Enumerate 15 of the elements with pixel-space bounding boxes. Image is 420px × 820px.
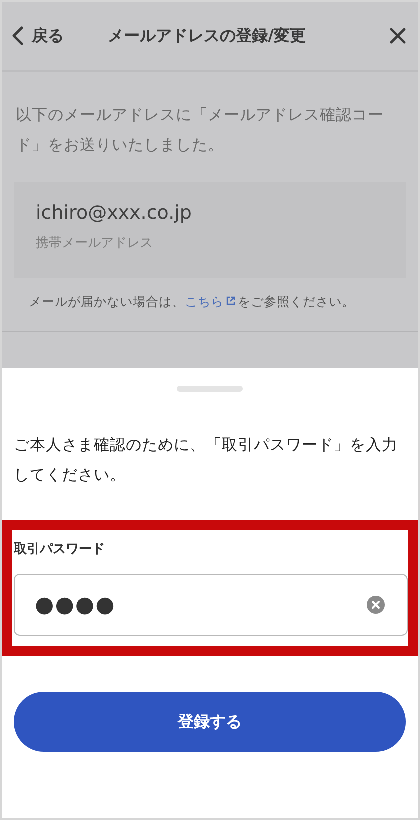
back-button[interactable]: 戻る [12,26,64,46]
field-label: 取引パスワード [14,541,106,558]
message-text: 以下のメールアドレスに「メールアドレス確認コード」をお送りいたしました。 [16,105,385,156]
register-button[interactable]: 登録する [14,692,406,752]
password-field[interactable]: ●●●● [14,574,408,636]
window-title: メールアドレスの登録/変更 [107,26,307,46]
email-address: ichiro@xxx.co.jp [36,202,193,224]
help-note: メールが届かない場合は、こちら をご参照ください。 [29,294,356,311]
email-label: 携帯メールアドレス [36,235,154,252]
drag-handle[interactable] [177,386,243,392]
close-icon[interactable] [390,28,406,44]
chevron-left-icon[interactable] [12,26,24,46]
instruction-text: ご本人さま確認のために、「取引パスワード」を入力してください。 [14,435,399,486]
clear-icon[interactable] [367,596,385,614]
external-link-icon[interactable] [226,296,236,306]
